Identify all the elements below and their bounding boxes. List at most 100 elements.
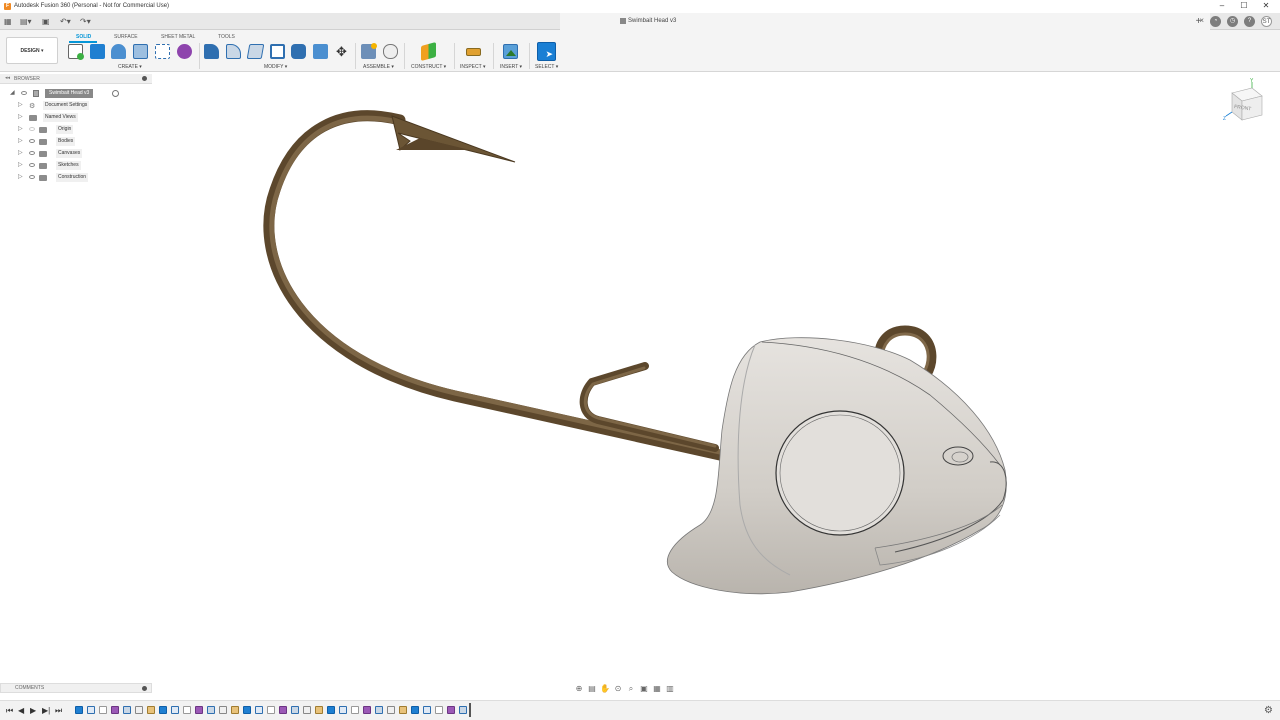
- press-pull-icon[interactable]: [204, 44, 219, 59]
- joint-icon[interactable]: [383, 44, 398, 59]
- app-grid-icon[interactable]: ▦: [4, 16, 12, 27]
- viewports-icon[interactable]: ▥: [665, 684, 675, 693]
- timeline-feature-icon[interactable]: [87, 706, 95, 714]
- timeline-end-icon[interactable]: ⏭: [55, 706, 62, 716]
- shell-icon[interactable]: [133, 44, 148, 59]
- undo-icon[interactable]: ↶▾: [60, 16, 71, 27]
- help-icon[interactable]: ?: [1244, 16, 1255, 27]
- timeline-settings-icon[interactable]: ⚙: [1264, 705, 1273, 716]
- combine-icon[interactable]: [291, 44, 306, 59]
- look-at-icon[interactable]: ▤: [587, 684, 597, 693]
- file-menu-icon[interactable]: ▤▾: [20, 16, 32, 27]
- timeline-marker[interactable]: [469, 703, 471, 717]
- wire-keeper[interactable]: [579, 362, 719, 452]
- timeline-feature-icon[interactable]: [423, 706, 431, 714]
- minimize-button[interactable]: –: [1212, 1, 1232, 12]
- timeline-feature-icon[interactable]: [351, 706, 359, 714]
- hook-point[interactable]: [391, 115, 516, 163]
- extensions-icon[interactable]: ◔: [1210, 16, 1221, 27]
- revolve-icon[interactable]: [111, 44, 126, 59]
- timeline-feature-icon[interactable]: [411, 706, 419, 714]
- timeline-forward-icon[interactable]: ▶|: [42, 706, 50, 715]
- insert-image-icon[interactable]: [503, 44, 518, 59]
- timeline-feature-icon[interactable]: [303, 706, 311, 714]
- timeline-start-icon[interactable]: ⏮: [6, 706, 13, 716]
- swimbait-head-model[interactable]: [667, 325, 1007, 595]
- timeline-feature-icon[interactable]: [171, 706, 179, 714]
- create-menu[interactable]: CREATE ▾: [118, 64, 142, 70]
- timeline-feature-icon[interactable]: [219, 706, 227, 714]
- timeline-feature-icon[interactable]: [435, 706, 443, 714]
- close-window-button[interactable]: ✕: [1256, 1, 1276, 12]
- comments-add-icon[interactable]: [142, 686, 147, 691]
- new-tab-icon[interactable]: +: [1193, 16, 1204, 27]
- document-tab[interactable]: Swimbait Head v3 ×: [560, 13, 1210, 30]
- new-component-icon[interactable]: [361, 43, 377, 59]
- timeline-feature-icon[interactable]: [399, 706, 407, 714]
- fillet-icon[interactable]: [226, 44, 241, 59]
- extrude-icon[interactable]: [90, 44, 105, 59]
- timeline-feature-icon[interactable]: [75, 706, 83, 714]
- timeline-feature-icon[interactable]: [243, 706, 251, 714]
- select-menu[interactable]: SELECT ▾: [535, 64, 558, 70]
- timeline-feature-icon[interactable]: [147, 706, 155, 714]
- timeline-feature-icon[interactable]: [375, 706, 383, 714]
- tab-solid[interactable]: SOLID: [76, 34, 91, 40]
- zoom-icon[interactable]: ⊙: [613, 684, 623, 693]
- timeline-feature-icon[interactable]: [111, 706, 119, 714]
- measure-icon[interactable]: [466, 48, 481, 56]
- comments-panel[interactable]: COMMENTS: [0, 683, 152, 693]
- inspect-menu[interactable]: INSPECT ▾: [460, 64, 485, 70]
- timeline-feature-icon[interactable]: [135, 706, 143, 714]
- tab-surface[interactable]: SURFACE: [114, 34, 138, 40]
- assemble-menu[interactable]: ASSEMBLE ▾: [363, 64, 394, 70]
- timeline-feature-icon[interactable]: [267, 706, 275, 714]
- modify-menu[interactable]: MODIFY ▾: [264, 64, 287, 70]
- chamfer-icon[interactable]: [246, 44, 265, 59]
- redo-icon[interactable]: ↷▾: [80, 16, 91, 27]
- tab-tools[interactable]: TOOLS: [218, 34, 235, 40]
- workspace-switcher-button[interactable]: DESIGN ▾: [6, 37, 58, 64]
- move-copy-icon[interactable]: ✥: [334, 44, 349, 59]
- timeline-feature-icon[interactable]: [159, 706, 167, 714]
- display-settings-icon[interactable]: ▣: [639, 684, 649, 693]
- user-avatar[interactable]: ST: [1261, 16, 1272, 27]
- shell-modify-icon[interactable]: [270, 44, 285, 59]
- eye-socket[interactable]: [775, 410, 905, 536]
- timeline-feature-icon[interactable]: [279, 706, 287, 714]
- insert-menu[interactable]: INSERT ▾: [500, 64, 522, 70]
- timeline-feature-icon[interactable]: [327, 706, 335, 714]
- 3d-viewport[interactable]: [0, 72, 1280, 679]
- save-icon[interactable]: ▣: [42, 16, 50, 27]
- timeline-feature-icon[interactable]: [339, 706, 347, 714]
- tab-sheet-metal[interactable]: SHEET METAL: [161, 34, 195, 40]
- hook-model[interactable]: [263, 110, 726, 461]
- select-icon[interactable]: ➤: [537, 42, 556, 61]
- timeline-feature-icon[interactable]: [231, 706, 239, 714]
- form-icon[interactable]: [177, 44, 192, 59]
- pattern-icon[interactable]: [155, 44, 170, 59]
- fit-icon[interactable]: ⌕: [626, 684, 636, 693]
- timeline-feature-icon[interactable]: [99, 706, 107, 714]
- timeline-feature-icon[interactable]: [459, 706, 467, 714]
- timeline-feature-icon[interactable]: [387, 706, 395, 714]
- timeline-feature-icon[interactable]: [195, 706, 203, 714]
- offset-plane-icon[interactable]: [421, 41, 436, 62]
- job-status-icon[interactable]: ◷: [1227, 16, 1238, 27]
- timeline-feature-icon[interactable]: [255, 706, 263, 714]
- view-cube[interactable]: FRONT Z Y: [1222, 78, 1272, 128]
- construct-menu[interactable]: CONSTRUCT ▾: [411, 64, 446, 70]
- create-sketch-icon[interactable]: [68, 44, 84, 60]
- timeline-play-icon[interactable]: ▶: [30, 706, 36, 715]
- pan-icon[interactable]: ✋: [600, 684, 610, 693]
- timeline-feature-icon[interactable]: [291, 706, 299, 714]
- timeline-feature-icon[interactable]: [315, 706, 323, 714]
- orbit-icon[interactable]: ⊕: [574, 684, 584, 693]
- timeline-feature-icon[interactable]: [447, 706, 455, 714]
- timeline-feature-icon[interactable]: [363, 706, 371, 714]
- timeline-feature-icon[interactable]: [183, 706, 191, 714]
- timeline-back-icon[interactable]: ◀: [18, 706, 24, 715]
- maximize-button[interactable]: ☐: [1234, 1, 1254, 12]
- grid-settings-icon[interactable]: ▦: [652, 684, 662, 693]
- timeline-feature-icon[interactable]: [207, 706, 215, 714]
